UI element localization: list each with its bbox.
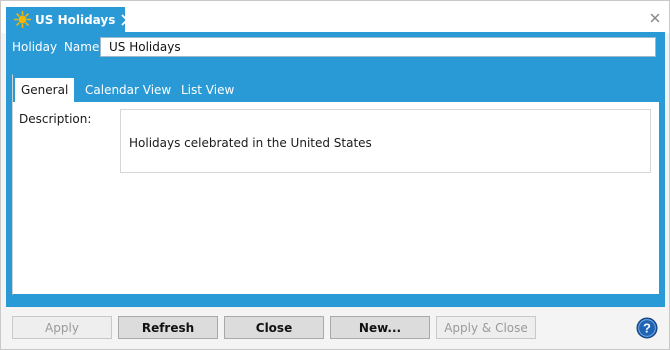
apply-button[interactable]: Apply: [12, 316, 112, 339]
editor-body: Holiday Name: General Calendar View List…: [6, 32, 665, 307]
close-icon[interactable]: [121, 13, 133, 26]
new-button[interactable]: New...: [330, 316, 430, 339]
apply-and-close-button[interactable]: Apply & Close: [436, 316, 536, 339]
holiday-name-input[interactable]: [100, 37, 656, 57]
description-label: Description:: [19, 112, 92, 126]
tab-general[interactable]: General: [15, 78, 75, 102]
close-icon[interactable]: [650, 12, 660, 23]
help-icon[interactable]: ?: [636, 317, 658, 339]
tab-calendar-view[interactable]: Calendar View: [85, 78, 171, 102]
details-panel: General Calendar View List View Descript…: [12, 74, 660, 295]
details-tab-bar: General Calendar View List View: [13, 75, 659, 102]
holiday-editor-window: US Holidays Holiday Name: US Holidays Ge…: [0, 0, 670, 350]
holiday-name-row: Holiday Name:: [6, 32, 665, 62]
document-tab-strip: US Holidays: [1, 1, 669, 33]
document-tab-us-holidays[interactable]: US Holidays: [6, 7, 133, 32]
holiday-name-label: Holiday Name:: [12, 40, 104, 54]
refresh-button[interactable]: Refresh: [118, 316, 218, 339]
sun-icon: [14, 11, 31, 28]
tab-list-view[interactable]: List View: [181, 78, 234, 102]
close-button[interactable]: Close: [224, 316, 324, 339]
description-field[interactable]: Holidays celebrated in the United States: [120, 109, 651, 173]
svg-text:?: ?: [643, 321, 651, 336]
document-tab-title: US Holidays: [35, 12, 116, 27]
